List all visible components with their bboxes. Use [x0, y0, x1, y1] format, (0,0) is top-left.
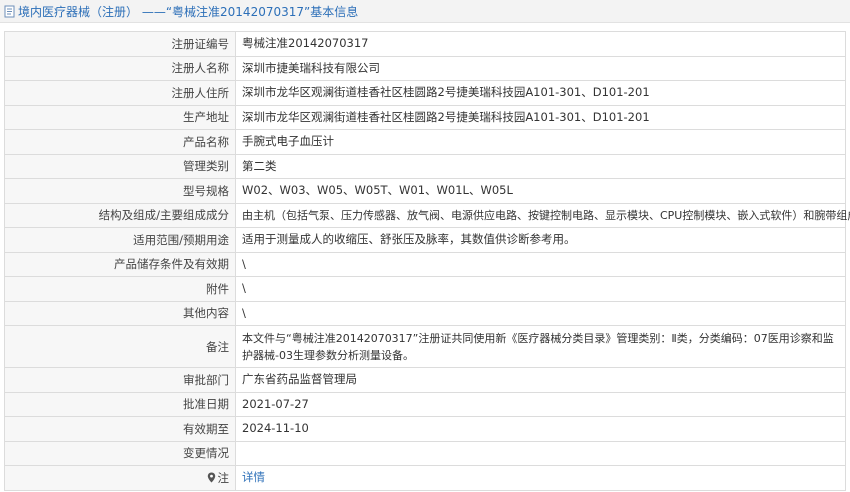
row-label: 注册证编号	[4, 31, 236, 57]
row-label: 生产地址	[4, 104, 236, 130]
row-value: 由主机（包括气泵、压力传感器、放气阀、电源供应电路、按键控制电路、显示模块、CP…	[235, 202, 850, 228]
row-value: 本文件与“粤械注准20142070317”注册证共同使用新《医疗器械分类目录》管…	[235, 325, 846, 368]
table-row: 变更情况	[4, 440, 846, 466]
table-row: 备注 本文件与“粤械注准20142070317”注册证共同使用新《医疗器械分类目…	[4, 325, 846, 368]
note-label: 注	[217, 470, 230, 485]
table-row: 注册人名称 深圳市捷美瑞科技有限公司	[4, 55, 846, 81]
location-pin-icon	[207, 472, 215, 483]
table-row: 适用范围/预期用途 适用于测量成人的收缩压、舒张压及脉率，其数值供诊断参考用。	[4, 227, 846, 253]
row-value: 深圳市捷美瑞科技有限公司	[235, 55, 846, 81]
row-label: 产品名称	[4, 129, 236, 155]
row-label: 变更情况	[4, 440, 236, 466]
row-value: 粤械注准20142070317	[235, 31, 846, 57]
table-row: 有效期至 2024-11-10	[4, 416, 846, 442]
table-row: 批准日期 2021-07-27	[4, 391, 846, 417]
row-label: 产品储存条件及有效期	[4, 251, 236, 277]
table-row: 管理类别 第二类	[4, 153, 846, 179]
row-value	[235, 440, 846, 466]
row-label: 附件	[4, 276, 236, 302]
row-label: 有效期至	[4, 416, 236, 442]
row-value: W02、W03、W05、W05T、W01、W01L、W05L	[235, 178, 846, 204]
table-row: 型号规格 W02、W03、W05、W05T、W01、W01L、W05L	[4, 178, 846, 204]
row-value: 详情	[235, 465, 846, 491]
row-value: 适用于测量成人的收缩压、舒张压及脉率，其数值供诊断参考用。	[235, 227, 846, 253]
row-value: 2024-11-10	[235, 416, 846, 442]
row-value: 深圳市龙华区观澜街道桂香社区桂圆路2号捷美瑞科技园A101-301、D101-2…	[235, 80, 846, 106]
table-row: 生产地址 深圳市龙华区观澜街道桂香社区桂圆路2号捷美瑞科技园A101-301、D…	[4, 104, 846, 130]
table-row: 附件 \	[4, 276, 846, 302]
row-label: 批准日期	[4, 391, 236, 417]
row-value: 2021-07-27	[235, 391, 846, 417]
row-value: \	[235, 251, 846, 277]
row-value: 第二类	[235, 153, 846, 179]
row-label: 其他内容	[4, 300, 236, 326]
row-label: 管理类别	[4, 153, 236, 179]
row-value: \	[235, 276, 846, 302]
table-row: 产品储存条件及有效期 \	[4, 251, 846, 277]
row-value: 深圳市龙华区观澜街道桂香社区桂圆路2号捷美瑞科技园A101-301、D101-2…	[235, 104, 846, 130]
info-table: 注册证编号 粤械注准20142070317 注册人名称 深圳市捷美瑞科技有限公司…	[4, 31, 850, 491]
row-label: 适用范围/预期用途	[4, 227, 236, 253]
table-row: 其他内容 \	[4, 300, 846, 326]
details-link[interactable]: 详情	[242, 470, 265, 484]
row-value: 广东省药品监督管理局	[235, 367, 846, 393]
table-row: 注册证编号 粤械注准20142070317	[4, 31, 846, 57]
document-icon	[4, 5, 15, 17]
row-value: 手腕式电子血压计	[235, 129, 846, 155]
row-label: 注册人名称	[4, 55, 236, 81]
table-row: 产品名称 手腕式电子血压计	[4, 129, 846, 155]
row-label: 结构及组成/主要组成成分	[4, 202, 236, 228]
table-row: 审批部门 广东省药品监督管理局	[4, 367, 846, 393]
row-label: 注册人住所	[4, 80, 236, 106]
table-row: 结构及组成/主要组成成分 由主机（包括气泵、压力传感器、放气阀、电源供应电路、按…	[4, 202, 850, 228]
row-value: \	[235, 300, 846, 326]
row-label: 审批部门	[4, 367, 236, 393]
row-label-note: 注	[4, 465, 236, 491]
page-header: 境内医疗器械（注册） ——“粤械注准20142070317”基本信息	[0, 0, 850, 23]
row-label: 备注	[4, 325, 236, 368]
table-row: 注 详情	[4, 465, 846, 491]
page-title: 境内医疗器械（注册） ——“粤械注准20142070317”基本信息	[18, 4, 359, 19]
row-label: 型号规格	[4, 178, 236, 204]
table-row: 注册人住所 深圳市龙华区观澜街道桂香社区桂圆路2号捷美瑞科技园A101-301、…	[4, 80, 846, 106]
